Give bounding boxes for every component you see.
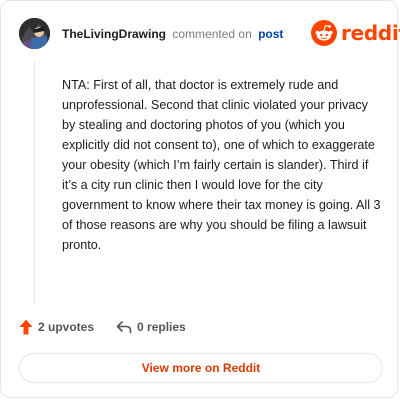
reply-button[interactable]: 0 replies	[116, 320, 186, 334]
thread-line	[34, 61, 35, 304]
reddit-logo-icon	[311, 20, 337, 46]
view-more-button[interactable]: View more on Reddit	[19, 353, 383, 383]
username[interactable]: TheLivingDrawing	[62, 27, 166, 41]
reddit-brand[interactable]: reddit	[311, 20, 400, 46]
avatar-icon	[19, 18, 50, 49]
action-text: commented on	[172, 27, 252, 41]
reply-count: 0 replies	[137, 320, 186, 334]
brand-wordmark: reddit	[341, 21, 400, 45]
upvote-button[interactable]: 2 upvotes	[19, 319, 94, 335]
avatar[interactable]	[19, 18, 50, 49]
upvote-count: 2 upvotes	[38, 320, 95, 334]
comment-body: NTA: First of all, that doctor is extrem…	[62, 78, 381, 252]
reply-arrow-icon	[116, 321, 132, 334]
upvote-arrow-icon	[19, 319, 33, 335]
post-link[interactable]: post	[258, 27, 283, 41]
comment-embed-card: TheLivingDrawing commented on post reddi…	[0, 0, 400, 398]
comment-footer: 2 upvotes 0 replies	[19, 319, 186, 335]
comment-header: TheLivingDrawing commented on post	[62, 27, 283, 41]
